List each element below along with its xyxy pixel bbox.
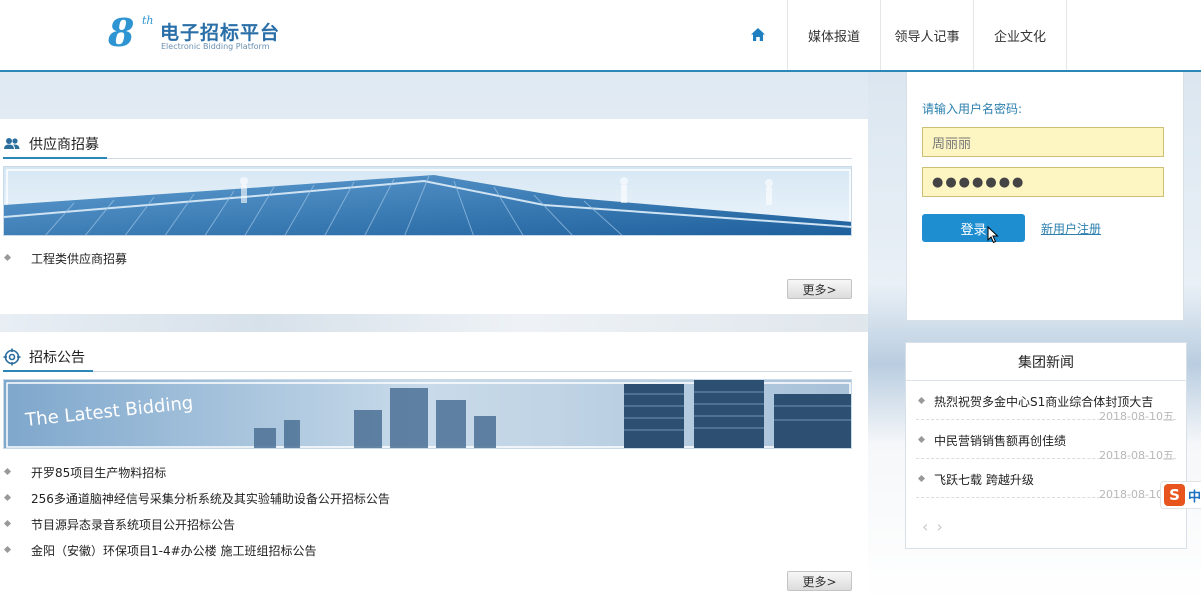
bidding-panel: 招标公告 The Latest Bidding 开罗85项目生产物料招标 256… xyxy=(0,332,868,603)
news-item[interactable]: 热烈祝贺多金中心S1商业综合体封顶大吉 2018-08-10五 xyxy=(916,381,1176,423)
news-item[interactable]: 飞跃七载 跨越升级 2018-08-10五 xyxy=(916,459,1176,501)
main-nav: 媒体报道 领导人记事 企业文化 xyxy=(728,0,1067,70)
list-item-label: 金阳（安徽）环保项目1-4#办公楼 施工班组招标公告 xyxy=(31,543,317,558)
background-strip xyxy=(0,314,868,332)
username-field[interactable]: 周丽丽 xyxy=(922,127,1164,157)
password-field[interactable]: ●●●●●●● xyxy=(922,167,1164,197)
bidding-list: 开罗85项目生产物料招标 256多通道脑神经信号采集分析系统及其实验辅助设备公开… xyxy=(0,459,860,563)
nav-corporate-culture[interactable]: 企业文化 xyxy=(974,0,1067,70)
news-pager: ‹ › xyxy=(922,517,943,536)
list-item-label: 工程类供应商招募 xyxy=(31,251,128,266)
news-item[interactable]: 中民营销销售额再创佳绩 2018-08-10五 xyxy=(916,420,1176,462)
list-item[interactable]: 开罗85项目生产物料招标 xyxy=(0,459,860,485)
news-item-title: 中民营销销售额再创佳绩 xyxy=(934,434,1067,448)
suppliers-banner-image xyxy=(4,167,851,235)
logo[interactable]: 8 th 电子招标平台 Electronic Bidding Platform xyxy=(108,12,288,58)
bullet-icon xyxy=(3,253,12,262)
bullet-icon xyxy=(3,545,12,554)
list-item[interactable]: 256多通道脑神经信号采集分析系统及其实验辅助设备公开招标公告 xyxy=(0,485,860,511)
news-item-title: 飞跃七载 跨越升级 xyxy=(934,473,1034,487)
logo-superscript: th xyxy=(142,14,154,27)
suppliers-title: 供应商招募 xyxy=(29,137,99,153)
bidding-banner-image: The Latest Bidding xyxy=(4,380,851,448)
sogou-logo-icon: S xyxy=(1164,484,1185,506)
group-news-title: 集团新闻 xyxy=(906,343,1186,381)
users-icon xyxy=(4,138,20,149)
bullet-icon xyxy=(917,435,926,444)
bullet-icon xyxy=(3,519,12,528)
list-item-label: 开罗85项目生产物料招标 xyxy=(31,465,167,480)
suppliers-header: 供应商招募 xyxy=(3,131,852,159)
chevron-left-icon[interactable]: ‹ xyxy=(922,517,928,536)
bullet-icon xyxy=(3,467,12,476)
nav-home[interactable] xyxy=(728,0,788,70)
nav-leader-notes[interactable]: 领导人记事 xyxy=(881,0,974,70)
ime-toolbar[interactable]: S 中 xyxy=(1160,481,1201,509)
bidding-more-button[interactable]: 更多> xyxy=(787,571,852,591)
list-item[interactable]: 金阳（安徽）环保项目1-4#办公楼 施工班组招标公告 xyxy=(0,537,860,563)
ime-mode-indicator: 中 xyxy=(1187,489,1201,505)
list-item-label: 节目源异态录音系统项目公开招标公告 xyxy=(31,517,236,532)
group-news-box: 集团新闻 热烈祝贺多金中心S1商业综合体封顶大吉 2018-08-10五 中民营… xyxy=(905,342,1187,549)
bullet-icon xyxy=(917,396,926,405)
bullet-icon xyxy=(917,474,926,483)
bidding-banner: The Latest Bidding xyxy=(3,379,852,449)
mouse-cursor-icon xyxy=(987,226,999,244)
list-item-label: 256多通道脑神经信号采集分析系统及其实验辅助设备公开招标公告 xyxy=(31,491,390,506)
list-item[interactable]: 节目源异态录音系统项目公开招标公告 xyxy=(0,511,860,537)
logo-mark: 8 xyxy=(108,10,135,55)
chevron-right-icon[interactable]: › xyxy=(936,517,942,536)
suppliers-panel: 供应商招募 工程类供应商招募 更多> xyxy=(0,119,868,314)
bullet-icon xyxy=(3,493,12,502)
login-prompt: 请输入用户名密码: xyxy=(922,102,1023,116)
suppliers-banner xyxy=(3,166,852,236)
login-box: 请输入用户名密码: 周丽丽 ●●●●●●● 登录 新用户注册 xyxy=(906,72,1184,321)
news-list: 热烈祝贺多金中心S1商业综合体封顶大吉 2018-08-10五 中民营销销售额再… xyxy=(906,381,1186,501)
logo-subtitle: Electronic Bidding Platform xyxy=(161,42,270,51)
header: 8 th 电子招标平台 Electronic Bidding Platform … xyxy=(0,0,1201,72)
target-icon xyxy=(3,348,21,366)
suppliers-more-button[interactable]: 更多> xyxy=(787,279,852,299)
logo-title: 电子招标平台 xyxy=(160,22,281,44)
bidding-header: 招标公告 xyxy=(3,344,852,372)
nav-media-reports[interactable]: 媒体报道 xyxy=(788,0,881,70)
home-icon xyxy=(750,28,765,41)
register-link[interactable]: 新用户注册 xyxy=(1041,220,1101,237)
suppliers-list: 工程类供应商招募 xyxy=(0,245,860,271)
login-button[interactable]: 登录 xyxy=(922,214,1025,242)
list-item[interactable]: 工程类供应商招募 xyxy=(0,245,860,271)
bidding-title: 招标公告 xyxy=(29,350,85,366)
